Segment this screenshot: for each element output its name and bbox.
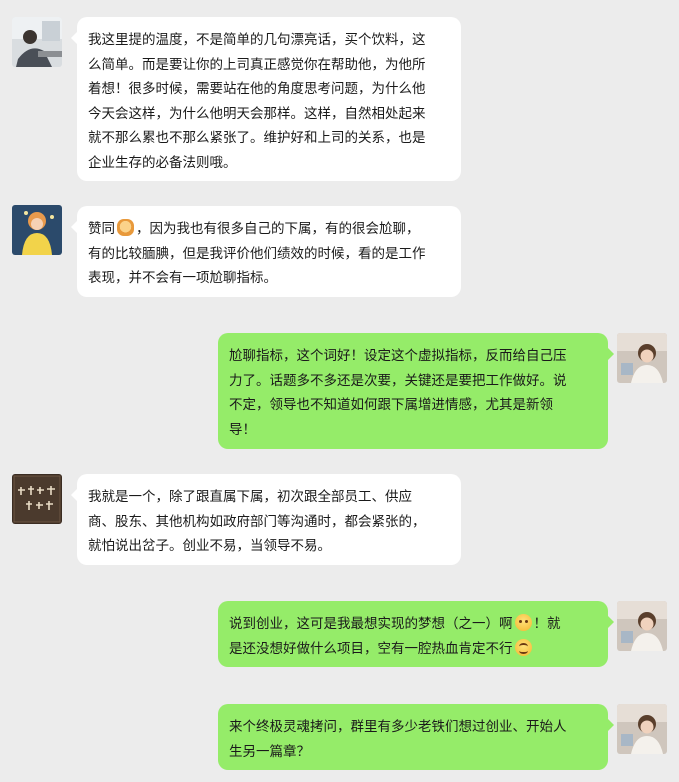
message-line: 来个终极灵魂拷问，群里有多少老铁们想过创业、开始人 bbox=[229, 719, 567, 735]
message-line: 就怕说出岔子。创业不易，当领导不易。 bbox=[88, 538, 331, 554]
cry-emoji-icon bbox=[514, 614, 532, 631]
message-line: 力了。话题多不多还是次要，关键还是要把工作做好。说 bbox=[229, 372, 567, 389]
message-text: ！就 bbox=[533, 616, 561, 632]
message-line: 就不那么累也不那么紧张了。维护好和上司的关系，也是 bbox=[88, 130, 426, 146]
avatar[interactable] bbox=[617, 704, 667, 754]
message-bubble[interactable]: 来个终极灵魂拷问，群里有多少老铁们想过创业、开始人 生另一篇章？ bbox=[218, 704, 614, 770]
message-line: 有的比较腼腆，但是我评价他们绩效的时候，看的是工作 bbox=[88, 245, 426, 262]
message-line: 说到创业，这可是我最想实现的梦想（之一）啊 ！就 bbox=[229, 612, 597, 637]
message-line: 着想！很多时候，需要站在他的角度思考问题，为什么他 bbox=[88, 81, 426, 97]
message-line: 表现，并不会有一项尬聊指标。 bbox=[88, 270, 277, 286]
message-text: 是还没想好做什么项目，空有一腔热血肯定不行 bbox=[229, 640, 513, 657]
message-text: 说到创业，这可是我最想实现的梦想（之一）啊 bbox=[229, 616, 513, 632]
message-line: 赞同 ，因为我也有很多自己的下属，有的很会尬聊， bbox=[88, 217, 450, 242]
avatar[interactable] bbox=[12, 17, 62, 67]
message-text: ，因为我也有很多自己的下属，有的很会尬聊， bbox=[136, 221, 420, 237]
message-bubble[interactable]: 说到创业，这可是我最想实现的梦想（之一）啊 ！就 是还没想好做什么项目，空有一腔热… bbox=[218, 601, 614, 667]
message-bubble[interactable]: 尬聊指标，这个词好！设定这个虚拟指标，反而给自己压 力了。话题多不多还是次要，关… bbox=[218, 333, 614, 449]
smile-emoji-icon bbox=[514, 638, 532, 656]
message-line: 尬聊指标，这个词好！设定这个虚拟指标，反而给自己压 bbox=[229, 348, 567, 364]
message-line: 么简单。而是要让你的上司真正感觉你在帮助他，为他所 bbox=[88, 56, 426, 73]
message-bubble[interactable]: 我这里提的温度，不是简单的几句漂亮话，买个饮料，这 么简单。而是要让你的上司真正… bbox=[71, 17, 461, 181]
message-line: 今天会这样，为什么他明天会那样。这样，自然相处起来 bbox=[88, 105, 426, 122]
avatar[interactable] bbox=[617, 333, 667, 383]
message-bubble[interactable]: 我就是一个，除了跟直属下属，初次跟全部员工、供应 商、股东、其他机构如政府部门等… bbox=[71, 474, 461, 565]
avatar[interactable] bbox=[617, 601, 667, 651]
message-line: 企业生存的必备法则哦。 bbox=[88, 154, 237, 171]
clap-emoji-icon bbox=[117, 219, 134, 236]
avatar[interactable] bbox=[12, 474, 62, 524]
message-line: 不定，领导也不知道如何跟下属增进情感，尤其是新领 bbox=[229, 397, 553, 413]
message-text: 赞同 bbox=[88, 221, 115, 237]
message-line: 我就是一个，除了跟直属下属，初次跟全部员工、供应 bbox=[88, 489, 412, 505]
message-bubble[interactable]: 赞同 ，因为我也有很多自己的下属，有的很会尬聊， 有的比较腼腆，但是我评价他们绩效… bbox=[71, 206, 461, 297]
message-line: 商、股东、其他机构如政府部门等沟通时，都会紧张的， bbox=[88, 513, 426, 530]
message-line: 导！ bbox=[229, 421, 256, 438]
message-line: 我这里提的温度，不是简单的几句漂亮话，买个饮料，这 bbox=[88, 32, 426, 48]
message-line: 生另一篇章？ bbox=[229, 743, 310, 760]
message-line: 是还没想好做什么项目，空有一腔热血肯定不行 bbox=[229, 637, 597, 662]
avatar[interactable] bbox=[12, 205, 62, 255]
